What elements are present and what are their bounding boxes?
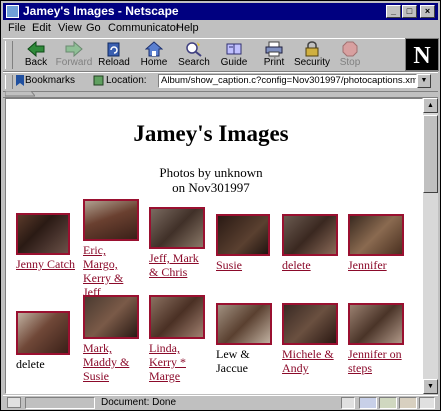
scroll-down-button[interactable]: ▼ bbox=[423, 379, 438, 394]
photo-thumbnail[interactable] bbox=[83, 295, 139, 339]
security-button[interactable]: Security bbox=[293, 40, 331, 70]
maximize-button[interactable]: □ bbox=[402, 5, 417, 18]
photo-item: Jeff, Mark & Chris bbox=[149, 207, 209, 279]
photo-thumbnail[interactable] bbox=[149, 295, 205, 339]
menu-edit[interactable]: Edit bbox=[32, 22, 51, 34]
scroll-up-button[interactable]: ▲ bbox=[423, 98, 438, 113]
close-button[interactable]: × bbox=[420, 5, 435, 18]
location-toolbar: Bookmarks Location: Album/show_caption.c… bbox=[3, 72, 438, 92]
photo-thumbnail[interactable] bbox=[149, 207, 205, 249]
photo-caption-link[interactable]: Jeff, Mark & Chris bbox=[149, 251, 209, 279]
photo-caption-link[interactable]: Eric, Margo, Kerry & Jeff bbox=[83, 243, 143, 299]
home-icon bbox=[145, 41, 163, 57]
photo-item: Jennifer bbox=[348, 214, 412, 272]
menu-bar: File Edit View Go Communicator Help bbox=[3, 21, 438, 37]
photo-thumbnail[interactable] bbox=[83, 199, 139, 241]
browser-window: Jamey's Images - Netscape _ □ × File Edi… bbox=[0, 0, 441, 411]
menu-view[interactable]: View bbox=[58, 22, 82, 34]
bookmark-icon bbox=[16, 75, 24, 86]
photo-caption-link[interactable]: Jennifer on steps bbox=[348, 347, 414, 375]
photo-caption-link[interactable]: Mark, Maddy & Susie bbox=[83, 341, 143, 383]
page-title: Jamey's Images bbox=[133, 121, 289, 146]
photo-caption-link[interactable]: Jenny Catch bbox=[16, 257, 76, 271]
stop-button[interactable]: Stop bbox=[331, 40, 369, 70]
location-label: Location: bbox=[106, 75, 147, 86]
photo-thumbnail[interactable] bbox=[216, 303, 272, 345]
search-icon bbox=[186, 42, 202, 57]
photo-item: Mark, Maddy & Susie bbox=[83, 295, 143, 383]
guide-button[interactable]: Guide bbox=[215, 40, 253, 70]
title-bar[interactable]: Jamey's Images - Netscape _ □ × bbox=[3, 3, 438, 20]
progress-box bbox=[25, 397, 95, 409]
netscape-app-icon bbox=[6, 5, 19, 18]
lock-icon bbox=[305, 41, 319, 57]
photo-item: Lew & Jaccue bbox=[216, 303, 276, 375]
photo-caption-link[interactable]: delete bbox=[282, 258, 342, 272]
page-content: Jamey's Images Photos by unknown on Nov3… bbox=[5, 98, 423, 394]
bookmarks-button[interactable]: Bookmarks bbox=[25, 75, 75, 86]
component-bar-navigator-icon[interactable] bbox=[359, 397, 377, 409]
photo-item: Linda, Kerry * Marge bbox=[149, 295, 209, 383]
guide-icon bbox=[226, 43, 242, 55]
photo-thumbnail[interactable] bbox=[16, 213, 70, 255]
photo-thumbnail[interactable] bbox=[348, 303, 404, 345]
window-title: Jamey's Images - Netscape bbox=[23, 4, 179, 18]
photo-thumbnail[interactable] bbox=[348, 214, 404, 256]
photo-caption: delete bbox=[16, 357, 45, 371]
photo-thumbnail[interactable] bbox=[216, 214, 270, 256]
menu-go[interactable]: Go bbox=[86, 22, 101, 34]
vertical-scrollbar[interactable]: ▲ ▼ bbox=[423, 98, 438, 394]
stop-icon bbox=[342, 41, 358, 57]
connection-status-icon bbox=[7, 397, 21, 408]
photo-caption: Lew & Jaccue bbox=[216, 347, 250, 375]
netscape-logo[interactable]: N bbox=[405, 38, 439, 71]
photo-item: Michele & Andy bbox=[282, 303, 342, 375]
photo-item: delete bbox=[282, 214, 342, 272]
photo-caption-link[interactable]: Linda, Kerry * Marge bbox=[149, 341, 209, 383]
print-button[interactable]: Print bbox=[255, 40, 293, 70]
status-text: Document: Done bbox=[101, 397, 177, 408]
status-bar: Document: Done bbox=[3, 395, 438, 410]
reload-icon bbox=[107, 42, 120, 57]
back-button[interactable]: Back bbox=[17, 40, 55, 70]
photo-item: Susie bbox=[216, 214, 276, 272]
navigation-toolbar: Back Forward Reload Home Search Guide Pr… bbox=[3, 38, 438, 72]
menu-file[interactable]: File bbox=[8, 22, 26, 34]
photo-item: Jennifer on steps bbox=[348, 303, 414, 375]
url-dropdown-button[interactable]: ▼ bbox=[417, 74, 431, 88]
forward-arrow-icon bbox=[65, 41, 83, 57]
collapse-tab-icon bbox=[5, 91, 35, 97]
component-bar-mail-icon[interactable] bbox=[379, 397, 397, 409]
location-icon bbox=[93, 75, 104, 86]
toolbar-grip[interactable] bbox=[5, 41, 13, 69]
photographer-line: Photos by unknown bbox=[159, 165, 263, 180]
scroll-thumb[interactable] bbox=[423, 115, 438, 193]
location-grip[interactable] bbox=[5, 75, 13, 89]
url-input[interactable]: Album/show_caption.c?config=Nov301997/ph… bbox=[158, 74, 417, 88]
security-status-icon[interactable] bbox=[341, 397, 355, 409]
search-button[interactable]: Search bbox=[175, 40, 213, 70]
photo-thumbnail[interactable] bbox=[16, 311, 70, 355]
photo-caption-link[interactable]: Jennifer bbox=[348, 258, 412, 272]
minimize-button[interactable]: _ bbox=[386, 5, 401, 18]
photo-thumbnail[interactable] bbox=[282, 303, 338, 345]
menu-help[interactable]: Help bbox=[176, 22, 199, 34]
toolbar-collapse-strip[interactable] bbox=[3, 91, 438, 98]
forward-button[interactable]: Forward bbox=[55, 40, 93, 70]
photo-thumbnail[interactable] bbox=[282, 214, 338, 256]
photo-item: Jenny Catch bbox=[16, 213, 76, 271]
date-line: on Nov301997 bbox=[172, 180, 250, 195]
photo-caption-link[interactable]: Susie bbox=[216, 258, 276, 272]
reload-button[interactable]: Reload bbox=[95, 40, 133, 70]
back-arrow-icon bbox=[27, 41, 45, 57]
photo-item: delete bbox=[16, 311, 76, 371]
printer-icon bbox=[265, 41, 283, 57]
component-bar-composer-icon[interactable] bbox=[399, 397, 417, 409]
menu-communicator[interactable]: Communicator bbox=[108, 22, 180, 34]
home-button[interactable]: Home bbox=[135, 40, 173, 70]
photo-item: Eric, Margo, Kerry & Jeff bbox=[83, 199, 143, 299]
resize-grip-icon[interactable] bbox=[419, 397, 435, 409]
photo-caption-link[interactable]: Michele & Andy bbox=[282, 347, 342, 375]
